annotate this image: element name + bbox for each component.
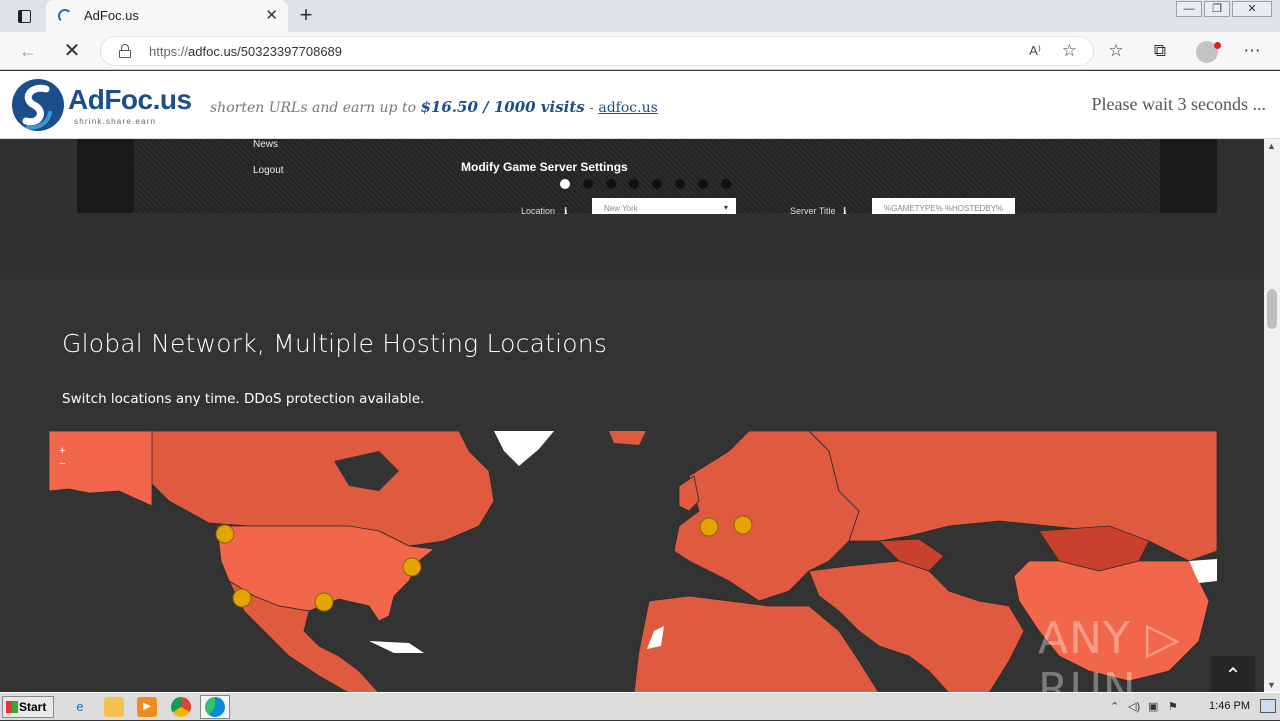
scroll-up-icon[interactable]: ▲ [1267, 141, 1276, 151]
windows-logo-icon [6, 701, 18, 713]
carousel-dot[interactable] [606, 179, 616, 189]
location-select: New York ▾ [592, 198, 736, 214]
chrome-icon[interactable] [171, 697, 191, 717]
profile-avatar[interactable] [1196, 41, 1221, 63]
url-text: https://adfoc.us/50323397708689 [149, 44, 342, 59]
panel-link-news: News [253, 139, 279, 150]
tab-close-icon[interactable]: ✕ [265, 6, 278, 24]
panel-link-logout: Logout [253, 165, 284, 176]
slogan-price: $16.50 / 1000 visits [420, 98, 585, 116]
carousel-dot[interactable] [652, 179, 662, 189]
windows-taskbar: Start e ▶ ⌃ ◁) ▣ ⚑ 1:46 PM [0, 692, 1280, 720]
tab-actions-button[interactable] [10, 6, 38, 26]
stop-icon: ✕ [63, 40, 81, 62]
url-host-path: adfoc.us/50323397708689 [188, 44, 343, 59]
carousel-dot[interactable] [721, 179, 731, 189]
start-label: Start [19, 700, 47, 714]
minimize-button[interactable]: — [1176, 1, 1202, 17]
read-aloud-icon[interactable]: A⁾ [1029, 43, 1041, 59]
show-desktop-icon[interactable] [1260, 699, 1276, 713]
location-marker-paris[interactable] [699, 517, 719, 537]
section-subtitle: Switch locations any time. DDoS protecti… [62, 391, 425, 407]
network-icon[interactable]: ▣ [1148, 700, 1158, 713]
web-page: News Logout Modify Game Server Settings … [0, 139, 1264, 692]
add-favorite-icon[interactable]: ☆ [1062, 41, 1077, 61]
slogan-separator: - [584, 100, 599, 116]
volume-icon[interactable]: ◁) [1128, 700, 1140, 713]
map-zoom-controls: + − [59, 445, 65, 471]
browser-tab[interactable]: AdFoc.us ✕ [46, 0, 288, 32]
scrollbar-thumb[interactable] [1267, 289, 1277, 329]
carousel-dot[interactable] [675, 179, 685, 189]
dropdown-arrow-icon: ▾ [723, 203, 728, 212]
hero-section: News Logout Modify Game Server Settings … [0, 139, 1264, 273]
window-controls: — ❐ ✕ [1174, 1, 1272, 17]
location-marker-dallas[interactable] [314, 592, 334, 612]
address-bar: ← ✕ https://adfoc.us/50323397708689 A⁾ ☆… [0, 32, 1280, 70]
carousel-dot[interactable] [560, 179, 570, 189]
carousel-dots [560, 179, 744, 189]
greenland [494, 431, 554, 466]
location-marker-new-york[interactable] [402, 557, 422, 577]
info-icon: ℹ [564, 206, 568, 216]
logo-tagline: shrink.share.earn [74, 117, 157, 126]
back-button[interactable]: ← [16, 40, 40, 62]
page-scrollbar[interactable]: ▲ ▼ [1264, 139, 1280, 692]
browser-tab-bar: AdFoc.us ✕ + — ❐ ✕ [0, 0, 1280, 32]
scroll-down-icon[interactable]: ▼ [1267, 680, 1276, 690]
carousel-dot[interactable] [629, 179, 639, 189]
start-button[interactable]: Start [2, 696, 54, 718]
tray-expand-icon[interactable]: ⌃ [1110, 700, 1119, 713]
info-icon: ℹ [843, 206, 847, 216]
stop-loading-button[interactable]: ✕ [60, 40, 84, 62]
adfoc-logo-icon[interactable] [10, 77, 66, 133]
favorites-icon[interactable]: ☆ [1104, 40, 1128, 62]
carousel-dot[interactable] [583, 179, 593, 189]
explorer-folder-icon[interactable] [104, 697, 124, 717]
russia [808, 431, 1217, 562]
more-options-icon[interactable]: ⋯ [1240, 40, 1264, 62]
action-center-flag-icon[interactable]: ⚑ [1168, 700, 1178, 713]
tab-title: AdFoc.us [84, 8, 139, 23]
media-player-icon[interactable]: ▶ [137, 697, 157, 717]
back-arrow-icon: ← [19, 41, 37, 61]
wait-countdown: Please wait 3 seconds ... [1091, 94, 1266, 114]
system-tray: ⌃ ◁) ▣ ⚑ 1:46 PM [1100, 693, 1280, 721]
zoom-out-button[interactable]: − [59, 458, 65, 471]
ad-slogan: shorten URLs and earn up to $16.50 / 100… [210, 98, 658, 116]
iceland [609, 431, 646, 445]
location-marker-los-angeles[interactable] [232, 588, 252, 608]
edge-taskbar-button[interactable] [200, 695, 230, 719]
location-marker-frankfurt[interactable] [733, 515, 753, 535]
server-title-field: %GAMETYPE% %HOSTEDBY% [872, 198, 1015, 214]
carousel-dot[interactable] [698, 179, 708, 189]
new-tab-button[interactable]: + [294, 3, 318, 29]
url-field[interactable]: https://adfoc.us/50323397708689 A⁾ ☆ [100, 36, 1094, 66]
location-marker-seattle[interactable] [215, 524, 235, 544]
location-label: Location [521, 206, 556, 216]
panel-screenshot: News Logout Modify Game Server Settings … [77, 139, 1217, 216]
collections-icon[interactable]: ⧉ [1148, 40, 1172, 62]
adfoc-link[interactable]: adfoc.us [598, 100, 657, 116]
edge-icon [205, 697, 225, 717]
section-title: Global Network, Multiple Hosting Locatio… [62, 329, 608, 358]
cuba [369, 641, 424, 653]
loading-spinner-icon [58, 9, 72, 23]
tab-actions-icon [17, 9, 31, 23]
scroll-to-top-button[interactable]: ⌃ [1211, 656, 1255, 696]
server-title-label: Server Title [790, 206, 836, 216]
zoom-in-button[interactable]: + [59, 445, 65, 458]
lock-icon [119, 44, 131, 58]
panel-title: Modify Game Server Settings [461, 160, 628, 174]
ie-icon[interactable]: e [70, 697, 90, 717]
adfoc-banner: AdFoc.us shrink.share.earn shorten URLs … [0, 71, 1280, 139]
taskbar-clock[interactable]: 1:46 PM [1209, 700, 1250, 712]
restore-button[interactable]: ❐ [1204, 1, 1230, 17]
url-scheme: https:// [149, 44, 189, 59]
slogan-prefix: shorten URLs and earn up to [210, 100, 421, 116]
logo-text[interactable]: AdFoc.us [68, 84, 192, 116]
panel-screenshot-inner: News Logout Modify Game Server Settings … [134, 139, 1160, 216]
close-window-button[interactable]: ✕ [1232, 1, 1272, 17]
